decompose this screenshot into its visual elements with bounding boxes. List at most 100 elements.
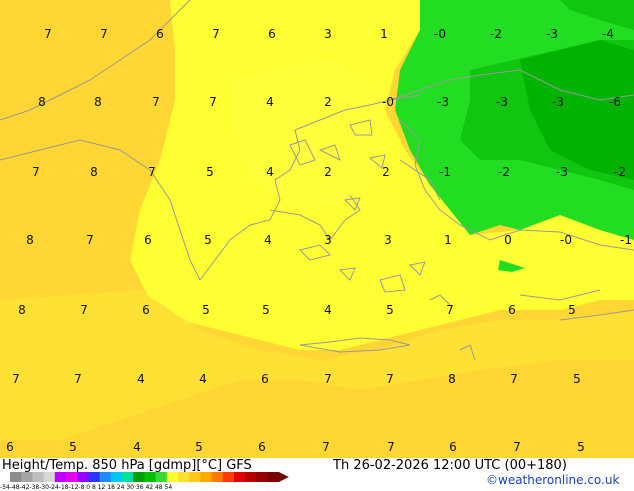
temperature-value: 6 [258, 440, 266, 454]
temperature-value: 5 [577, 440, 585, 454]
temperature-value: 7 [510, 372, 518, 386]
temperature-value: -3 [496, 95, 508, 109]
temperature-value: 6 [449, 440, 457, 454]
temperature-value: -3 [546, 27, 558, 41]
temperature-value: 6 [508, 303, 516, 317]
temperature-value: 5 [568, 303, 576, 317]
temperature-value: 0 [504, 233, 512, 247]
scale-swatch [122, 472, 134, 482]
temperature-value: -2 [490, 27, 502, 41]
temperature-value: 7 [74, 372, 82, 386]
temperature-value: 7 [148, 165, 156, 179]
scale-swatch [88, 472, 101, 482]
temperature-value: 7 [100, 27, 108, 41]
scale-swatch [155, 472, 168, 482]
scale-swatch [200, 472, 213, 482]
temperature-value: 7 [446, 303, 454, 317]
temperature-value: -3 [556, 165, 568, 179]
temperature-value: 5 [69, 440, 77, 454]
temperature-value: 3 [384, 233, 392, 247]
scale-swatch [77, 472, 89, 482]
temperature-value: 8 [90, 165, 98, 179]
scale-swatch [66, 472, 78, 482]
temperature-value: 8 [448, 372, 456, 386]
temperature-value: 7 [212, 27, 220, 41]
temperature-value: 8 [26, 233, 34, 247]
temperature-value: 4 [266, 95, 274, 109]
temperature-value: 2 [382, 165, 390, 179]
temperature-value: -3 [437, 95, 449, 109]
temperature-value: 5 [202, 303, 210, 317]
temperature-value: -0 [560, 233, 572, 247]
scale-swatch [245, 472, 257, 482]
temperature-value: 2 [324, 95, 332, 109]
temperature-value: 4 [137, 372, 145, 386]
temperature-value: 3 [324, 233, 332, 247]
temperature-value: 7 [324, 372, 332, 386]
scale-swatch [144, 472, 157, 482]
scale-swatch [211, 472, 224, 482]
temperature-value: 7 [209, 95, 217, 109]
scale-swatch [54, 472, 67, 482]
scale-swatch [234, 472, 246, 482]
temperature-value: 7 [32, 165, 40, 179]
temperature-value: 7 [152, 95, 160, 109]
credit-link[interactable]: ©weatheronline.co.uk [486, 473, 619, 487]
map-canvas: 7 7 6 7 6 3 1 -0 -2 -3 -4 8 8 7 7 4 2 -0 -3 -3 -3 -6 7 8 7 5 4 2 2 -1… [0, 0, 634, 458]
temperature-value: -2 [498, 165, 510, 179]
temperature-value: 4 [266, 165, 274, 179]
temperature-value: 5 [262, 303, 270, 317]
map-datetime: Th 26-02-2026 12:00 UTC (00+180) [333, 458, 567, 473]
scale-arrow-right [278, 472, 289, 482]
temperature-value: 3 [324, 27, 332, 41]
scale-swatch [21, 472, 33, 482]
temperature-value: 8 [18, 303, 26, 317]
temperature-value: 7 [86, 233, 94, 247]
temperature-value: -6 [609, 95, 621, 109]
temperature-value: 4 [264, 233, 272, 247]
temperature-value: 5 [573, 372, 581, 386]
temperature-value: 1 [444, 233, 452, 247]
temperature-value: 5 [386, 303, 394, 317]
temperature-value: 7 [80, 303, 88, 317]
temperature-value: -0 [434, 27, 446, 41]
weather-map: 7 7 6 7 6 3 1 -0 -2 -3 -4 8 8 7 7 4 2 -0 -3 -3 -3 -6 7 8 7 5 4 2 2 -1… [0, 0, 634, 458]
temperature-value: 6 [144, 233, 152, 247]
temperature-value: 4 [324, 303, 332, 317]
temperature-value: 6 [268, 27, 276, 41]
temperature-value: 6 [261, 372, 269, 386]
temperature-value: 7 [322, 440, 330, 454]
temperature-value: 4 [133, 440, 141, 454]
temperature-value: -1 [620, 233, 632, 247]
temperature-value: 5 [195, 440, 203, 454]
scale-swatch [110, 472, 123, 482]
temperature-value: -3 [552, 95, 564, 109]
temperature-value: -1 [439, 165, 451, 179]
scale-swatch [178, 472, 190, 482]
scale-swatch [256, 472, 269, 482]
scale-swatch [32, 472, 45, 482]
scale-swatch [10, 472, 22, 482]
footer: Height/Temp. 850 hPa [gdmp][°C] GFS Th 2… [0, 458, 634, 491]
temperature-value: 7 [513, 440, 521, 454]
temperature-value: 8 [38, 95, 46, 109]
scale-swatch [267, 472, 280, 482]
temperature-value: 7 [12, 372, 20, 386]
temperature-value: 1 [380, 27, 388, 41]
temperature-value: 7 [44, 27, 52, 41]
scale-swatch [43, 472, 56, 482]
temperature-value: -2 [614, 165, 626, 179]
temperature-value: 2 [324, 165, 332, 179]
temperature-value: 4 [199, 372, 207, 386]
temperature-value: 6 [156, 27, 164, 41]
temperature-value: -0 [382, 95, 394, 109]
temperature-value: 7 [387, 440, 395, 454]
temperature-value: 8 [94, 95, 102, 109]
temperature-value: 5 [206, 165, 214, 179]
scale-swatch [222, 472, 235, 482]
temperature-value: 6 [142, 303, 150, 317]
scale-swatch [166, 472, 179, 482]
temperature-value: 5 [204, 233, 212, 247]
scale-swatch [189, 472, 201, 482]
scale-swatch [133, 472, 145, 482]
